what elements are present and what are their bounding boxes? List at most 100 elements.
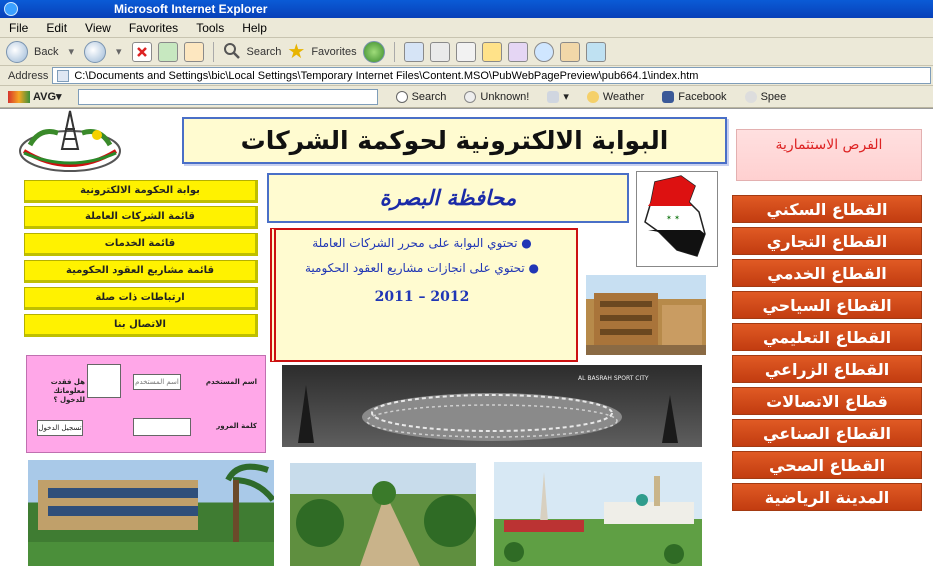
menu-file[interactable]: File [9,21,28,35]
web-page-content: البوابة الالكترونية لحوكمة الشركات الفرص… [0,108,933,575]
left-menu-item-gov-contracts[interactable]: قائمة مشاريع العقود الحكومية [24,260,258,283]
mail-icon[interactable] [403,41,424,62]
info-line-1: ● تحتوي البوابة على محرر الشركات العاملة [286,235,558,252]
left-menu-label: ارتباطات ذات صلة [95,292,185,303]
people-icon[interactable] [585,41,606,62]
left-menu-label: بوابة الحكومة الالكترونية [80,185,200,196]
avg-speed-label: Spee [760,90,787,103]
window-title: Microsoft Internet Explorer [114,2,268,16]
media-icon[interactable] [362,40,385,63]
sector-industry[interactable]: القطاع الصناعي [732,419,922,447]
sector-label: قطاع الاتصالات [766,391,888,411]
edit-icon[interactable] [455,41,476,62]
avg-search-input[interactable] [77,88,378,105]
avg-weather-label: Weather [602,90,645,103]
portal-title-banner: البوابة الالكترونية لحوكمة الشركات [182,117,727,164]
oil-company-logo [10,109,130,175]
left-menu-item-contact-us[interactable]: الاتصال بنا [24,314,258,337]
forward-arrow-icon[interactable] [84,40,106,63]
print-icon[interactable] [429,41,450,62]
research-icon[interactable] [533,41,554,62]
username-label: اسم المستخدم [205,378,257,386]
magnifier-icon [395,90,408,103]
facebook-icon [662,90,675,103]
home-icon[interactable] [183,41,204,62]
sector-health[interactable]: القطاع الصحي [732,451,922,479]
iraq-flag-map: ✶ ✶ [636,171,718,267]
menu-edit[interactable]: Edit [46,21,67,35]
left-menu-item-companies[interactable]: قائمة الشركات العاملة [24,206,258,229]
sector-tourism[interactable]: القطاع السياحي [732,291,922,319]
avg-facebook-label: Facebook [678,90,727,103]
avg-speed-button[interactable]: Spee [744,90,787,103]
menu-help[interactable]: Help [242,21,267,35]
info-years: 2012 – 2011 [374,289,470,305]
left-menu-item-related-links[interactable]: ارتباطات ذات صلة [24,287,258,310]
investment-opportunities-link[interactable]: الفرص الاستثمارية [736,129,922,181]
tool-icon[interactable] [559,41,580,62]
sector-education[interactable]: القطاع التعليمي [732,323,922,351]
sector-residential[interactable]: القطاع السكني [732,195,922,223]
portal-info-box: ● تحتوي البوابة على محرر الشركات العاملة… [270,228,578,362]
menu-favorites[interactable]: Favorites [129,21,178,35]
stop-icon[interactable] [131,41,152,62]
left-menu-label: قائمة الخدمات [104,238,176,249]
left-menu-item-services[interactable]: قائمة الخدمات [24,233,258,256]
avg-search-label: Search [411,90,447,103]
search-button-label[interactable]: Search [247,46,282,58]
svg-text:✶ ✶: ✶ ✶ [666,214,680,222]
avg-weather-button[interactable]: Weather [586,90,645,103]
park-pathway-photo [290,463,476,566]
refresh-icon[interactable] [157,41,178,62]
sector-commercial[interactable]: القطاع التجاري [732,227,922,255]
avg-search-button[interactable]: Search [395,90,447,103]
login-button[interactable]: تسجيل الدخول [37,420,83,436]
page-icon [57,69,70,82]
left-menu-item-egov-portal[interactable]: بوابة الحكومة الالكترونية [24,180,258,203]
sector-agriculture[interactable]: القطاع الزراعي [732,355,922,383]
username-placeholder: اسم المستخدم [135,378,179,386]
left-menu-label: قائمة الشركات العاملة [85,211,195,222]
address-value: C:\Documents and Settings\bic\Local Sett… [74,69,699,82]
sector-label: القطاع السياحي [762,295,892,315]
sector-sports-city[interactable]: المدينة الرياضية [732,483,922,511]
left-menu-label: قائمة مشاريع العقود الحكومية [66,265,214,276]
address-input[interactable]: C:\Documents and Settings\bic\Local Sett… [52,67,931,84]
avg-logo[interactable]: AVG ▾ [8,90,62,103]
sector-telecom[interactable]: قطاع الاتصالات [732,387,922,415]
sector-label: القطاع الصناعي [763,423,892,443]
username-input[interactable]: اسم المستخدم [133,374,181,390]
avg-facebook-button[interactable]: Facebook [662,90,727,103]
folder-icon[interactable] [481,41,502,62]
avg-safety-button[interactable]: Unknown! [464,90,530,103]
avg-logo-icon [8,90,30,103]
avg-unknown-label: Unknown! [480,90,530,103]
info-line-2: ● تحتوي على انجازات مشاريع العقود الحكوم… [286,260,558,277]
speedometer-icon [744,90,757,103]
portal-title: البوابة الالكترونية لحوكمة الشركات [240,126,669,155]
favorites-button-label[interactable]: Favorites [311,46,356,58]
favorites-star-icon[interactable]: ★ [287,39,305,64]
info-line-1-text: تحتوي البوابة على محرر الشركات العاملة [312,236,518,250]
back-button-label[interactable]: Back [34,46,58,58]
sector-label: القطاع التجاري [766,231,888,251]
avg-news-button[interactable]: ▾ [547,90,569,103]
menu-tools[interactable]: Tools [196,21,224,35]
menu-view[interactable]: View [85,21,111,35]
sector-label: القطاع التعليمي [762,327,892,347]
sector-services[interactable]: القطاع الخدمي [732,259,922,287]
sector-label: القطاع السكني [766,199,888,219]
password-input[interactable] [133,418,191,436]
sector-label: القطاع الخدمي [767,263,887,283]
search-icon[interactable] [223,42,241,62]
left-menu-label: الاتصال بنا [114,319,166,330]
weather-icon [586,90,599,103]
back-arrow-icon[interactable] [6,40,28,63]
forgot-login-label[interactable]: هل فقدت معلوماتك للدخول ؟ [35,378,85,405]
university-building-photo [28,460,274,566]
shield-icon [464,90,477,103]
login-button-label: تسجيل الدخول [38,424,82,432]
messenger-icon[interactable] [507,41,528,62]
ie-logo-icon [4,2,18,16]
login-box: هل فقدت معلوماتك للدخول ؟ اسم المستخدم ا… [26,355,266,453]
